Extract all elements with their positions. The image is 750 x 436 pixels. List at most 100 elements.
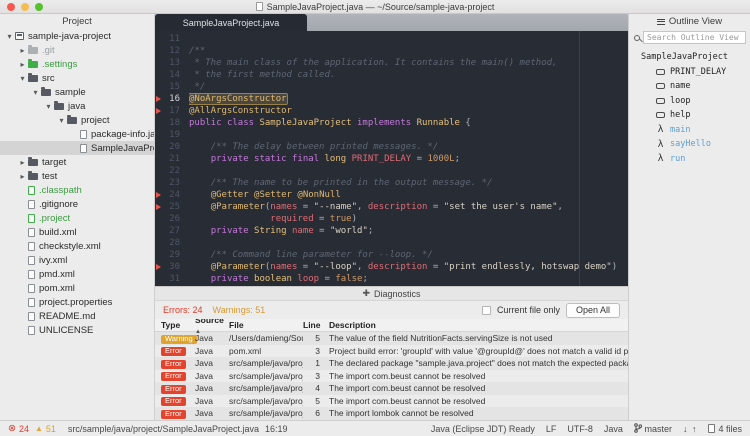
gutter-line-30[interactable]: 30 [155, 261, 189, 273]
gutter-line-13[interactable]: 13 [155, 57, 189, 69]
code-line-26[interactable]: required = true) [189, 213, 628, 225]
code-line-25[interactable]: @Parameter(names = "--name", description… [189, 201, 628, 213]
diagnostics-row-1[interactable]: WarningJava/Users/damieng/Sourc...5The v… [155, 332, 628, 345]
gutter-line-24[interactable]: 24 [155, 189, 189, 201]
gutter-line-20[interactable]: 20 [155, 141, 189, 153]
chevron-down-icon[interactable]: ▾ [17, 74, 28, 83]
statusbar-warning-icon[interactable]: ▲ [35, 424, 43, 433]
tree-item-project[interactable]: ▾project [0, 113, 154, 127]
tree-item-checkstyle-xml[interactable]: checkstyle.xml [0, 239, 154, 253]
gutter-line-27[interactable]: 27 [155, 225, 189, 237]
statusbar-error-icon[interactable]: ⊗ [8, 423, 16, 434]
statusbar-encoding[interactable]: UTF-8 [567, 424, 593, 434]
gutter-line-15[interactable]: 15 [155, 81, 189, 93]
diagnostics-row-4[interactable]: ErrorJavasrc/sample/java/proje...3The im… [155, 370, 628, 383]
close-window-button[interactable] [7, 3, 15, 11]
tree-item-java[interactable]: ▾java [0, 99, 154, 113]
tree-item-pmd-xml[interactable]: pmd.xml [0, 267, 154, 281]
gutter-line-26[interactable]: 26 [155, 213, 189, 225]
outline-item-help[interactable]: help [629, 108, 750, 123]
tree-item-target[interactable]: ▸target [0, 155, 154, 169]
code-line-30[interactable]: @Parameter(names = "--loop", description… [189, 261, 628, 273]
column-header-file[interactable]: File [229, 320, 303, 330]
code-line-22[interactable] [189, 165, 628, 177]
gutter-line-19[interactable]: 19 [155, 129, 189, 141]
chevron-down-icon[interactable]: ▾ [43, 102, 54, 111]
statusbar-language-mode[interactable]: Java [604, 424, 623, 434]
editor-tab-active[interactable]: SampleJavaProject.java [155, 14, 307, 31]
diagnostics-row-5[interactable]: ErrorJavasrc/sample/java/proje...4The im… [155, 382, 628, 395]
gutter-line-31[interactable]: 31 [155, 273, 189, 285]
outline-item-loop[interactable]: loop [629, 94, 750, 109]
code-line-13[interactable]: * The main class of the application. It … [189, 57, 628, 69]
minimize-window-button[interactable] [21, 3, 29, 11]
gutter-line-29[interactable]: 29 [155, 249, 189, 261]
code-line-23[interactable]: /** The name to be printed in the output… [189, 177, 628, 189]
chevron-right-icon[interactable]: ▸ [17, 60, 28, 69]
gutter-line-14[interactable]: 14 [155, 69, 189, 81]
statusbar-files[interactable]: 4 files [708, 424, 742, 434]
tree-item-unlicense[interactable]: UNLICENSE [0, 323, 154, 337]
statusbar-sync-arrows[interactable]: ↓ ↑ [683, 424, 698, 434]
diagnostics-row-6[interactable]: ErrorJavasrc/sample/java/proje...5The im… [155, 395, 628, 408]
tree-item-sample[interactable]: ▾sample [0, 85, 154, 99]
tree-item-src[interactable]: ▾src [0, 71, 154, 85]
gutter-line-28[interactable]: 28 [155, 237, 189, 249]
gutter-line-22[interactable]: 22 [155, 165, 189, 177]
statusbar-cursor-position[interactable]: 16:19 [265, 424, 288, 434]
tree-item-pom-xml[interactable]: pom.xml [0, 281, 154, 295]
chevron-right-icon[interactable]: ▸ [17, 158, 28, 167]
code-line-12[interactable]: /** [189, 45, 628, 57]
statusbar-error-count[interactable]: 24 [19, 424, 29, 434]
tree-item-build-xml[interactable]: build.xml [0, 225, 154, 239]
tree-item-ivy-xml[interactable]: ivy.xml [0, 253, 154, 267]
gutter-line-11[interactable]: 11 [155, 33, 189, 45]
gutter-line-18[interactable]: 18 [155, 117, 189, 129]
code-line-31[interactable]: private boolean loop = false; [189, 273, 628, 285]
editor-gutter[interactable]: 1112131415161718192021222324252627282930… [155, 33, 189, 286]
gutter-line-21[interactable]: 21 [155, 153, 189, 165]
current-file-only-checkbox[interactable] [482, 306, 491, 315]
code-line-21[interactable]: private static final long PRINT_DELAY = … [189, 153, 628, 165]
code-line-20[interactable]: /** The delay between printed messages. … [189, 141, 628, 153]
code-line-28[interactable] [189, 237, 628, 249]
statusbar-eol[interactable]: LF [546, 424, 557, 434]
diagnostics-row-3[interactable]: ErrorJavasrc/sample/java/proje...1The de… [155, 357, 628, 370]
chevron-down-icon[interactable]: ▾ [4, 32, 15, 41]
gutter-line-12[interactable]: 12 [155, 45, 189, 57]
code-line-24[interactable]: @Getter @Setter @NonNull [189, 189, 628, 201]
statusbar-language-status[interactable]: Java (Eclipse JDT) Ready [431, 424, 535, 434]
code-line-15[interactable]: */ [189, 81, 628, 93]
tree-item--gitignore[interactable]: .gitignore [0, 197, 154, 211]
tree-item--settings[interactable]: ▸.settings [0, 57, 154, 71]
outline-item-samplejavaproject[interactable]: SampleJavaProject [629, 50, 750, 65]
statusbar-branch[interactable]: master [634, 423, 672, 434]
outline-item-print_delay[interactable]: PRINT_DELAY [629, 65, 750, 80]
gutter-line-23[interactable]: 23 [155, 177, 189, 189]
outline-item-run[interactable]: λrun [629, 152, 750, 167]
code-line-16[interactable]: @NoArgsConstructor [189, 93, 628, 105]
tree-item--git[interactable]: ▸.git [0, 43, 154, 57]
tree-item--classpath[interactable]: .classpath [0, 183, 154, 197]
tree-item-readme-md[interactable]: README.md [0, 309, 154, 323]
chevron-right-icon[interactable]: ▸ [17, 46, 28, 55]
gutter-line-17[interactable]: 17 [155, 105, 189, 117]
diagnostics-row-7[interactable]: ErrorJavasrc/sample/java/proje...6The im… [155, 407, 628, 420]
column-header-type[interactable]: Type [155, 320, 195, 330]
code-line-17[interactable]: @AllArgsConstructor [189, 105, 628, 117]
outline-search-input[interactable] [643, 31, 746, 44]
outline-item-sayhello[interactable]: λsayHello [629, 137, 750, 152]
gutter-line-16[interactable]: 16 [155, 93, 189, 105]
outline-item-main[interactable]: λmain [629, 123, 750, 138]
tree-item-project-properties[interactable]: project.properties [0, 295, 154, 309]
tree-item-package-info-java[interactable]: package-info.java [0, 127, 154, 141]
diagnostics-header[interactable]: ✚ Diagnostics [155, 287, 628, 301]
tree-item--project[interactable]: .project [0, 211, 154, 225]
column-header-desc[interactable]: Description [325, 320, 628, 330]
column-header-line[interactable]: Line [303, 320, 325, 330]
code-line-14[interactable]: * the first method called. [189, 69, 628, 81]
code-line-19[interactable] [189, 129, 628, 141]
open-all-button[interactable]: Open All [566, 303, 620, 318]
chevron-down-icon[interactable]: ▾ [30, 88, 41, 97]
code-line-11[interactable] [189, 33, 628, 45]
